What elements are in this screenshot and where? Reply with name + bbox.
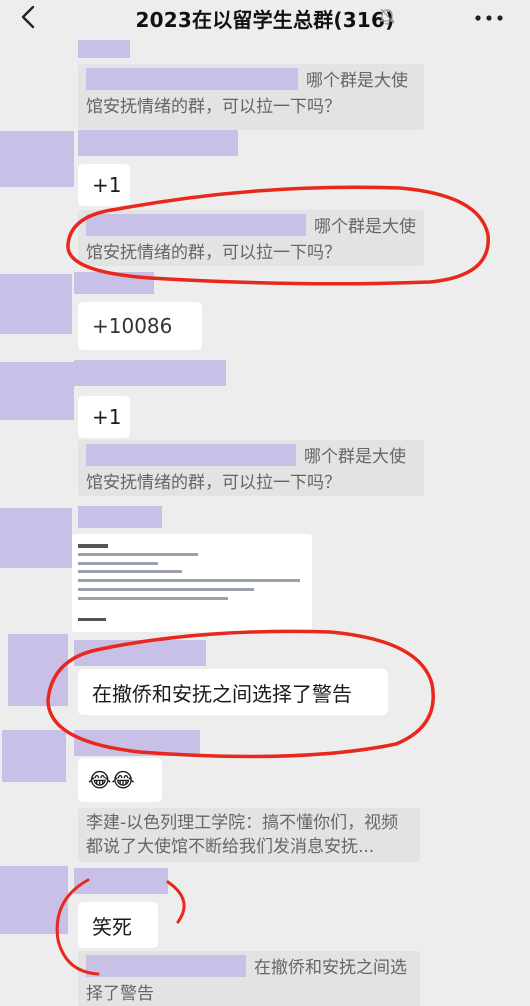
avatar[interactable] bbox=[0, 131, 74, 187]
emoji-text: 😂😂 bbox=[88, 768, 135, 792]
avatar[interactable] bbox=[0, 508, 72, 568]
avatar[interactable] bbox=[2, 730, 66, 782]
nickname-mask bbox=[74, 640, 206, 666]
message-text: 笑死 bbox=[92, 914, 132, 939]
quoted-name-mask bbox=[86, 214, 306, 236]
nickname-mask bbox=[78, 130, 238, 156]
image-message[interactable] bbox=[72, 534, 312, 632]
message-text: +1 bbox=[92, 405, 122, 429]
quoted-message[interactable]: 在撤侨和安抚之间选择了警告 bbox=[78, 951, 420, 1006]
quoted-message[interactable]: 哪个群是大使馆安抚情绪的群，可以拉一下吗？ bbox=[78, 210, 424, 266]
chat-header: 2023在以留学生总群(316) bbox=[0, 0, 530, 36]
avatar[interactable] bbox=[0, 362, 74, 420]
quoted-message[interactable]: 哪个群是大使馆安抚情绪的群，可以拉一下吗？ bbox=[78, 440, 424, 496]
message-bubble[interactable]: 😂😂 bbox=[78, 758, 162, 802]
message-bubble[interactable]: 笑死 bbox=[78, 902, 158, 948]
message-text: 在撤侨和安抚之间选择了警告 bbox=[92, 681, 352, 706]
nickname-mask bbox=[74, 730, 200, 756]
nickname-mask bbox=[74, 868, 168, 894]
nickname-mask bbox=[74, 360, 226, 386]
bell-mute-icon bbox=[379, 8, 395, 25]
quoted-name-mask bbox=[86, 68, 298, 90]
quoted-text: 李建-以色列理工学院：搞不懂你们，视频都说了大使馆不断给我们发消息安抚... bbox=[86, 813, 399, 857]
message-list[interactable]: 哪个群是大使馆安抚情绪的群，可以拉一下吗？ +1 哪个群是大使馆安抚情绪的群，可… bbox=[0, 36, 530, 1006]
nickname-mask bbox=[78, 40, 130, 58]
message-bubble[interactable]: +1 bbox=[78, 396, 130, 438]
avatar[interactable] bbox=[8, 634, 68, 706]
message-text: +10086 bbox=[92, 314, 173, 338]
message-text: +1 bbox=[92, 173, 122, 197]
quoted-name-mask bbox=[86, 444, 296, 466]
nickname-mask bbox=[78, 506, 162, 528]
quoted-message[interactable]: 李建-以色列理工学院：搞不懂你们，视频都说了大使馆不断给我们发消息安抚... bbox=[78, 808, 420, 862]
message-bubble[interactable]: 在撤侨和安抚之间选择了警告 bbox=[78, 669, 388, 715]
avatar[interactable] bbox=[0, 866, 68, 934]
avatar[interactable] bbox=[0, 274, 72, 334]
chat-title: 2023在以留学生总群(316) bbox=[135, 8, 395, 32]
more-dots-icon[interactable] bbox=[474, 14, 504, 22]
nickname-mask bbox=[74, 272, 154, 294]
message-bubble[interactable]: +10086 bbox=[78, 302, 202, 350]
quoted-name-mask bbox=[86, 955, 246, 977]
message-bubble[interactable]: +1 bbox=[78, 164, 130, 206]
quoted-message[interactable]: 哪个群是大使馆安抚情绪的群，可以拉一下吗？ bbox=[78, 64, 424, 130]
